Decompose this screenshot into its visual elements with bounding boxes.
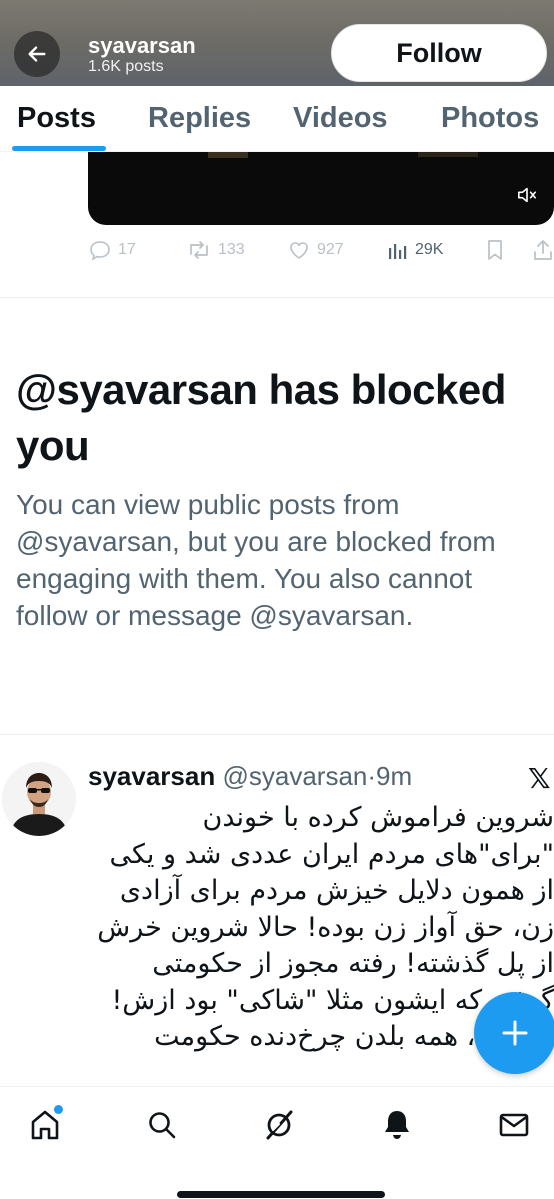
nav-grok[interactable] bbox=[259, 1105, 299, 1145]
follow-button[interactable]: Follow bbox=[331, 24, 547, 82]
tweet-timestamp: ·9m bbox=[367, 761, 413, 791]
video-frame-detail bbox=[208, 152, 248, 158]
bottom-navigation bbox=[0, 1086, 554, 1199]
bar-chart-icon bbox=[389, 244, 407, 259]
active-tab-indicator bbox=[12, 146, 106, 151]
repost-action[interactable]: 133 bbox=[186, 238, 245, 262]
blocked-title: @syavarsan has blocked you bbox=[16, 366, 506, 469]
video-frame-detail bbox=[418, 152, 478, 157]
home-indicator bbox=[177, 1191, 385, 1198]
profile-header: syavarsan 1.6K posts Follow bbox=[0, 0, 554, 86]
post-video[interactable] bbox=[88, 152, 554, 225]
tweet-author-name[interactable]: syavarsan bbox=[88, 761, 215, 791]
tweet-author-handle[interactable]: @syavarsan bbox=[222, 761, 367, 791]
header-posts-count: 1.6K posts bbox=[88, 58, 164, 75]
muted-speaker-icon[interactable] bbox=[516, 185, 538, 205]
views-count: 29K bbox=[415, 241, 444, 258]
nav-home[interactable] bbox=[25, 1105, 65, 1145]
tweet-header: syavarsan @syavarsan·9m bbox=[88, 761, 412, 792]
repost-count: 133 bbox=[218, 241, 245, 258]
notifications-bell-icon bbox=[385, 1111, 409, 1139]
divider bbox=[0, 297, 554, 298]
avatar[interactable] bbox=[2, 762, 76, 836]
share-icon bbox=[534, 240, 552, 260]
tab-videos[interactable]: Videos bbox=[293, 102, 388, 135]
tweet-text-line: شروین فراموش کرده با خوندن bbox=[202, 802, 554, 833]
grok-icon bbox=[266, 1110, 293, 1140]
compose-button[interactable] bbox=[474, 992, 554, 1074]
bookmark-action[interactable] bbox=[484, 238, 506, 262]
divider bbox=[0, 734, 554, 735]
notification-dot bbox=[54, 1105, 63, 1114]
reply-action[interactable]: 17 bbox=[88, 238, 136, 262]
arrow-left-icon bbox=[28, 46, 46, 62]
tab-replies[interactable]: Replies bbox=[148, 102, 251, 135]
search-icon bbox=[149, 1112, 176, 1139]
heart-icon bbox=[290, 242, 308, 259]
plus-icon bbox=[502, 1020, 528, 1046]
reply-icon bbox=[90, 241, 110, 261]
tweet-text-line: "برای"های مردم ایران عددی شد و یکی bbox=[109, 838, 554, 870]
post-action-bar: 17 133 927 29K bbox=[88, 238, 554, 274]
x-logo-icon: 𝕏 bbox=[528, 763, 551, 794]
header-profile-name: syavarsan bbox=[88, 33, 196, 58]
blocked-description: You can view public posts from @syavarsa… bbox=[16, 489, 496, 631]
tab-posts[interactable]: Posts bbox=[17, 102, 96, 135]
views-action[interactable]: 29K bbox=[387, 238, 443, 262]
messages-envelope-icon bbox=[499, 1113, 529, 1137]
profile-tabs: Posts Replies Videos Photos bbox=[0, 86, 554, 152]
tweet-text-line: از همون دلایل خیزش مردم برای آزادی bbox=[119, 875, 554, 906]
share-action[interactable] bbox=[532, 238, 554, 262]
repost-icon bbox=[190, 241, 208, 259]
nav-messages[interactable] bbox=[494, 1105, 534, 1145]
like-count: 927 bbox=[317, 241, 344, 258]
back-button[interactable] bbox=[14, 31, 60, 77]
tab-photos[interactable]: Photos bbox=[441, 102, 539, 135]
bookmark-icon bbox=[488, 240, 502, 260]
tweet-text-line: زن، حق آواز زن بوده! حالا شروین خرش bbox=[97, 911, 554, 943]
nav-search[interactable] bbox=[142, 1105, 182, 1145]
nav-notifications[interactable] bbox=[377, 1105, 417, 1145]
reply-count: 17 bbox=[118, 241, 136, 258]
like-action[interactable]: 927 bbox=[287, 238, 344, 262]
tweet-text-line: از پل گذشته! رفته مجوز از حکومتی bbox=[152, 948, 554, 979]
